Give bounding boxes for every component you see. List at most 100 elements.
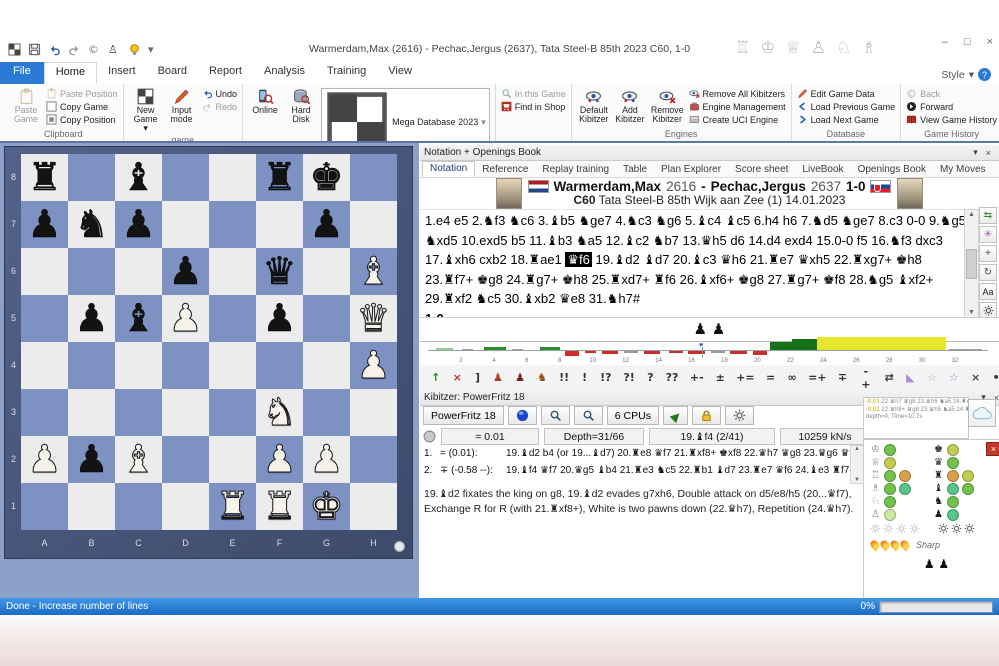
white-p-piece[interactable]: ♟: [21, 436, 68, 483]
ribbon-tab-insert[interactable]: Insert: [97, 62, 147, 84]
square-b3[interactable]: [68, 389, 115, 436]
annotation-symbol-button[interactable]: ◣: [901, 368, 920, 387]
annotation-symbol-button[interactable]: ×: [966, 368, 985, 387]
white-q-piece[interactable]: ♛: [350, 295, 397, 342]
square-a6[interactable]: [21, 248, 68, 295]
square-g4[interactable]: [303, 342, 350, 389]
load-previous-game-button[interactable]: Load Previous Game: [797, 101, 896, 112]
square-e7[interactable]: [209, 201, 256, 248]
edit-game-data-button[interactable]: Edit Game Data: [797, 88, 896, 99]
annotation-symbol-button[interactable]: ∓: [833, 368, 852, 387]
create-uci-engine-button[interactable]: UCICreate UCI Engine: [689, 114, 786, 125]
square-d1[interactable]: [162, 483, 209, 530]
square-c1[interactable]: [115, 483, 162, 530]
black-p-piece[interactable]: ♟: [68, 295, 115, 342]
maximize-button[interactable]: □: [964, 36, 971, 48]
close-button[interactable]: ×: [987, 36, 993, 48]
square-g6[interactable]: [303, 248, 350, 295]
square-d3[interactable]: [162, 389, 209, 436]
black-r-piece[interactable]: ♜: [256, 154, 303, 201]
square-h3[interactable]: [350, 389, 397, 436]
forward-button[interactable]: Forward: [906, 101, 997, 112]
black-p-piece[interactable]: ♟: [68, 436, 115, 483]
annotation-symbol-button[interactable]: !!: [554, 368, 574, 387]
scroll-up-icon[interactable]: ▲: [854, 446, 860, 452]
engine-line[interactable]: 2.∓ (-0.58 --):19.♝f4 ♛f7 20.♛g5 ♝b4 21.…: [420, 462, 850, 479]
scroll-up-icon[interactable]: ▲: [968, 210, 975, 220]
evaluation-profile[interactable]: ▾ 2468101214161820222426283032: [420, 341, 999, 366]
chess-board[interactable]: ♜♝♜♚♟♞♟♟♟♛♝♟♝♟♟♛♟♞♟♟♝♟♟♜♜♚: [21, 154, 397, 530]
annotation-symbol-button[interactable]: ±: [710, 368, 729, 387]
square-d8[interactable]: [162, 154, 209, 201]
move-piece-icon[interactable]: +: [979, 245, 997, 262]
scroll-thumb[interactable]: [966, 249, 977, 279]
font-size-icon[interactable]: Aa: [979, 283, 997, 300]
default-kibitzer-button[interactable]: Default Kibitzer: [577, 86, 611, 128]
cpu-count-button[interactable]: 6 CPUs: [607, 406, 659, 425]
black-p-piece[interactable]: ♟: [256, 295, 303, 342]
tab-replay-training[interactable]: Replay training: [535, 163, 616, 177]
add-kibitzer-button[interactable]: Add Kibitzer: [613, 86, 647, 128]
save-icon[interactable]: [26, 41, 43, 57]
square-c4[interactable]: [115, 342, 162, 389]
new-game-button[interactable]: New Game ▾: [129, 86, 163, 134]
pawn-icon[interactable]: ♙: [106, 41, 123, 57]
square-f7[interactable]: [256, 201, 303, 248]
white-p-piece[interactable]: ♟: [256, 436, 303, 483]
black-r-piece[interactable]: ♜: [21, 154, 68, 201]
tab-my-moves[interactable]: My Moves: [933, 163, 993, 177]
square-h2[interactable]: [350, 436, 397, 483]
find-in-shop-button[interactable]: Find in Shop: [501, 101, 566, 112]
black-b-piece[interactable]: ♝: [115, 154, 162, 201]
pinwheel-icon[interactable]: ✳: [979, 226, 997, 243]
lamp-icon[interactable]: [126, 41, 143, 57]
redo-icon[interactable]: [66, 41, 83, 57]
scroll-down-icon[interactable]: ▼: [854, 477, 860, 483]
square-h1[interactable]: [350, 483, 397, 530]
help-icon[interactable]: ?: [978, 68, 991, 81]
square-b1[interactable]: [68, 483, 115, 530]
ribbon-tab-file[interactable]: File: [0, 62, 44, 84]
annotation-symbol-button[interactable]: ☆: [944, 368, 964, 387]
remove-all-kibitzers-button[interactable]: Remove All Kibitzers: [689, 88, 786, 99]
swap-arrows-icon[interactable]: ⇆: [979, 207, 997, 224]
annotation-symbol-button[interactable]: =+: [804, 368, 831, 387]
annotation-symbol-button[interactable]: ♟: [510, 368, 530, 387]
tab-table[interactable]: Table: [616, 163, 654, 177]
engine-management-button[interactable]: Engine Management: [689, 101, 786, 112]
annotation-symbol-button[interactable]: ?: [642, 368, 659, 387]
ribbon-tab-board[interactable]: Board: [147, 62, 198, 84]
black-n-piece[interactable]: ♞: [68, 201, 115, 248]
ribbon-tab-home[interactable]: Home: [44, 62, 97, 84]
board-icon[interactable]: [6, 41, 23, 57]
square-e6[interactable]: [209, 248, 256, 295]
rotate-board-icon[interactable]: ↻: [979, 264, 997, 281]
square-d2[interactable]: [162, 436, 209, 483]
square-b6[interactable]: [68, 248, 115, 295]
copy-position-button[interactable]: Copy Position: [46, 114, 118, 125]
annotation-symbol-button[interactable]: +-: [685, 368, 708, 387]
square-b8[interactable]: [68, 154, 115, 201]
undo-button[interactable]: Undo: [202, 88, 238, 99]
square-d4[interactable]: [162, 342, 209, 389]
engine-sphere-icon[interactable]: [508, 406, 537, 425]
white-p-piece[interactable]: ♟: [303, 436, 350, 483]
square-a3[interactable]: [21, 389, 68, 436]
tab-score-sheet[interactable]: Score sheet: [728, 163, 795, 177]
ribbon-tab-report[interactable]: Report: [198, 62, 253, 84]
square-d7[interactable]: [162, 201, 209, 248]
current-move[interactable]: ♛f6: [565, 252, 592, 267]
tab-livebook[interactable]: LiveBook: [795, 163, 850, 177]
square-c6[interactable]: [115, 248, 162, 295]
input-mode-button[interactable]: Input mode: [165, 86, 199, 134]
board-options-button[interactable]: [394, 541, 405, 552]
engine-line[interactable]: 1.= (0.01):19.♝d2 b4 (or 19...♝d7) 20.♜e…: [420, 445, 850, 462]
view-game-history-button[interactable]: View Game History: [906, 114, 997, 125]
engine-lines-scrollbar[interactable]: ▲ ▼: [850, 445, 864, 484]
square-c3[interactable]: [115, 389, 162, 436]
square-g5[interactable]: [303, 295, 350, 342]
white-p-piece[interactable]: ♟: [350, 342, 397, 389]
lock-icon[interactable]: [692, 406, 721, 425]
annotation-symbol-button[interactable]: -+: [854, 368, 877, 387]
panel-close-icon[interactable]: ×: [982, 148, 995, 158]
